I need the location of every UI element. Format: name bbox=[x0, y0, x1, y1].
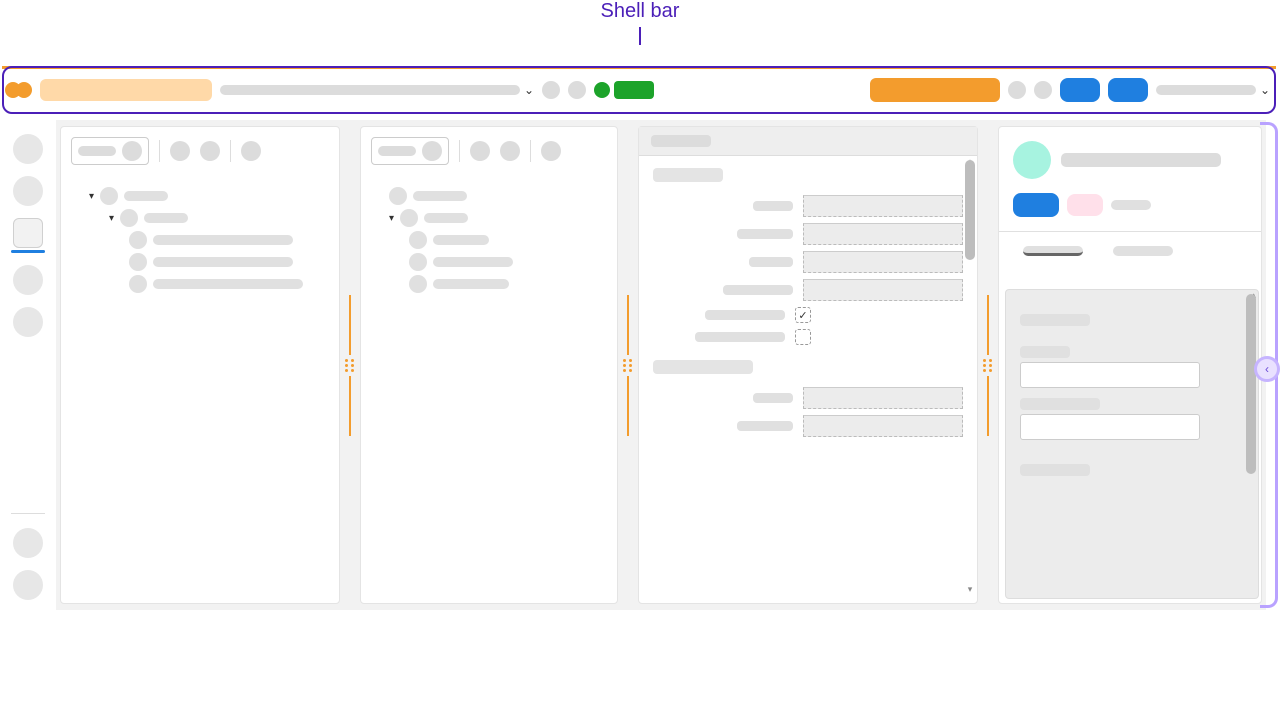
rail-item-4[interactable] bbox=[13, 265, 43, 295]
blue-action-2[interactable] bbox=[1108, 78, 1148, 102]
form-checkbox-unchecked[interactable] bbox=[795, 329, 811, 345]
splitter-1[interactable] bbox=[344, 126, 356, 604]
rail-item-1[interactable] bbox=[13, 134, 43, 164]
collapse-handle-button[interactable]: ‹ bbox=[1254, 356, 1280, 382]
tree-leaf[interactable] bbox=[375, 231, 603, 249]
pane1-select[interactable] bbox=[71, 137, 149, 165]
form-label bbox=[753, 393, 793, 403]
annotation-pointer bbox=[639, 27, 641, 45]
divider bbox=[999, 231, 1261, 232]
drawer-label-2 bbox=[1020, 398, 1100, 410]
form-label bbox=[705, 310, 785, 320]
tree-node[interactable]: ▾ bbox=[75, 187, 325, 205]
pane-detail: ▴ bbox=[998, 126, 1262, 604]
tag-label bbox=[1111, 200, 1151, 210]
pane2-tool-1[interactable] bbox=[470, 141, 490, 161]
rail-active-indicator bbox=[11, 250, 45, 253]
tree-leaf[interactable] bbox=[75, 231, 325, 249]
rail-bottom-2[interactable] bbox=[13, 570, 43, 600]
form-label bbox=[695, 332, 785, 342]
form-input[interactable] bbox=[803, 223, 963, 245]
splitter-2[interactable] bbox=[622, 126, 634, 604]
tree-leaf[interactable] bbox=[75, 275, 325, 293]
form-input[interactable] bbox=[803, 387, 963, 409]
rail-divider bbox=[11, 513, 45, 514]
pane1-tool-2[interactable] bbox=[200, 141, 220, 161]
pane-tree-2: ▾ bbox=[360, 126, 618, 604]
form-label bbox=[737, 421, 793, 431]
shell-action-4[interactable] bbox=[1034, 81, 1052, 99]
annotation-label: Shell bar bbox=[0, 0, 1280, 23]
form-section-1-title bbox=[653, 168, 723, 182]
rail-bottom-1[interactable] bbox=[13, 528, 43, 558]
drawer-scrollbar[interactable] bbox=[1246, 294, 1256, 474]
form-label bbox=[753, 201, 793, 211]
status-dot-icon bbox=[594, 82, 610, 98]
shell-action-1[interactable] bbox=[542, 81, 560, 99]
tag-pink[interactable] bbox=[1067, 194, 1103, 216]
tab-1-active[interactable] bbox=[1023, 246, 1083, 256]
pane1-tool-1[interactable] bbox=[170, 141, 190, 161]
form-checkbox-checked[interactable]: ✓ bbox=[795, 307, 811, 323]
pane3-header bbox=[639, 127, 977, 156]
side-rail bbox=[6, 124, 50, 610]
chevron-down-icon[interactable]: ⌄ bbox=[524, 83, 534, 97]
content-area: ▾ ▾ ▾ bbox=[56, 120, 1266, 610]
primary-action-button[interactable] bbox=[870, 78, 1000, 102]
form-label bbox=[737, 229, 793, 239]
tree-node[interactable]: ▾ bbox=[75, 209, 325, 227]
pane-tree-1: ▾ ▾ bbox=[60, 126, 340, 604]
tab-2[interactable] bbox=[1113, 246, 1173, 256]
logo-icon[interactable] bbox=[10, 82, 32, 98]
splitter-3[interactable] bbox=[982, 126, 994, 604]
form-input[interactable] bbox=[803, 415, 963, 437]
pane2-select[interactable] bbox=[371, 137, 449, 165]
scroll-down-icon[interactable]: ▾ bbox=[965, 584, 975, 594]
rail-item-3-active[interactable] bbox=[13, 218, 43, 248]
shell-bar: ⌄ ⌄ bbox=[10, 72, 1270, 108]
caret-down-icon[interactable]: ▾ bbox=[109, 213, 114, 224]
status-badge bbox=[614, 81, 654, 99]
drawer-input-1[interactable] bbox=[1020, 362, 1200, 388]
detail-title bbox=[1061, 153, 1221, 167]
tag-blue[interactable] bbox=[1013, 193, 1059, 217]
rail-item-2[interactable] bbox=[13, 176, 43, 206]
tree-leaf[interactable] bbox=[375, 275, 603, 293]
tree-leaf[interactable] bbox=[75, 253, 325, 271]
form-input[interactable] bbox=[803, 195, 963, 217]
form-input[interactable] bbox=[803, 279, 963, 301]
shell-action-3[interactable] bbox=[1008, 81, 1026, 99]
chevron-left-icon: ‹ bbox=[1265, 362, 1269, 376]
pane2-tool-2[interactable] bbox=[500, 141, 520, 161]
pane3-title bbox=[651, 135, 711, 147]
caret-down-icon[interactable]: ▾ bbox=[389, 213, 394, 224]
product-switcher[interactable] bbox=[40, 79, 212, 101]
drawer-section-title-2 bbox=[1020, 464, 1090, 476]
blue-action-1[interactable] bbox=[1060, 78, 1100, 102]
tree-node[interactable] bbox=[375, 187, 603, 205]
rail-item-5[interactable] bbox=[13, 307, 43, 337]
page-title-select[interactable] bbox=[220, 85, 520, 95]
caret-down-icon[interactable]: ▾ bbox=[89, 191, 94, 202]
pane1-tool-3[interactable] bbox=[241, 141, 261, 161]
shell-action-2[interactable] bbox=[568, 81, 586, 99]
pane-form: ▴ ▾ ✓ bbox=[638, 126, 978, 604]
drawer-label-1 bbox=[1020, 346, 1070, 358]
chevron-down-icon[interactable]: ⌄ bbox=[1260, 83, 1270, 97]
drawer-section-title bbox=[1020, 314, 1090, 326]
pane3-scrollbar[interactable] bbox=[965, 160, 975, 260]
form-label bbox=[749, 257, 793, 267]
drawer-input-2[interactable] bbox=[1020, 414, 1200, 440]
property-drawer: ▴ bbox=[1005, 289, 1259, 599]
tree-leaf[interactable] bbox=[375, 253, 603, 271]
user-dropdown[interactable] bbox=[1156, 85, 1256, 95]
form-input[interactable] bbox=[803, 251, 963, 273]
pane2-tool-3[interactable] bbox=[541, 141, 561, 161]
avatar[interactable] bbox=[1013, 141, 1051, 179]
detail-tabs bbox=[999, 246, 1261, 256]
form-section-2-title bbox=[653, 360, 753, 374]
tree-node[interactable]: ▾ bbox=[375, 209, 603, 227]
form-label bbox=[723, 285, 793, 295]
